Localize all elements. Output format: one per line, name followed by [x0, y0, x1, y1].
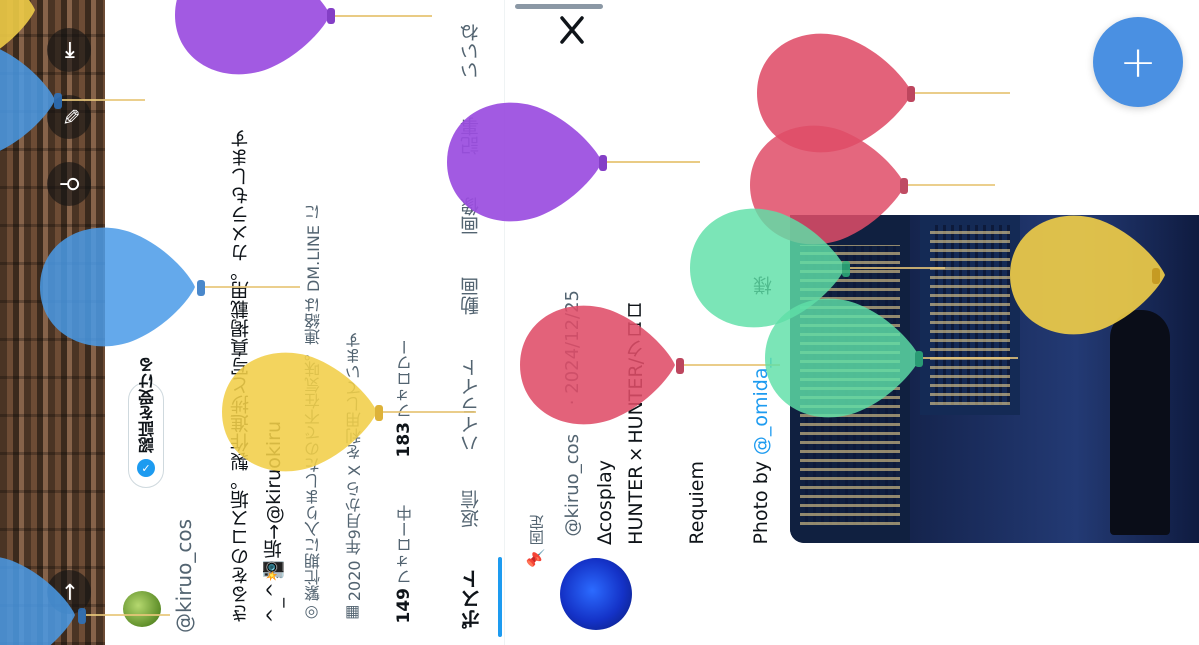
- bio-line-2: ^_^📸垢→@kiruokiru: [263, 420, 285, 623]
- active-tab-indicator: [498, 557, 502, 637]
- tab-highlights[interactable]: ハイライト: [457, 358, 484, 453]
- post-author-avatar[interactable]: [560, 558, 632, 630]
- tabs-divider: [504, 0, 505, 645]
- app-screen: ⇥ ✎ ⚲ ← ✓ 認証を受ける @kiruo_cos きるをのコス垢。製作進捗…: [0, 0, 1199, 645]
- arrow-back-icon: ←: [57, 582, 82, 602]
- photo-credit-suffix: 様: [753, 276, 775, 295]
- tab-posts[interactable]: ポスト: [457, 569, 486, 629]
- balloon-red-1: [520, 305, 780, 425]
- followers-label[interactable]: フォロワー: [394, 339, 418, 419]
- joined-text: 2020 年9月から X を利用しています: [345, 331, 364, 601]
- verified-badge-icon: ✓: [137, 459, 155, 477]
- tab-images[interactable]: 画像: [457, 197, 484, 235]
- followers-count[interactable]: 183: [394, 422, 414, 458]
- post-line-1: ∆cosplay: [594, 460, 616, 545]
- tab-videos[interactable]: 動画: [457, 277, 484, 315]
- compose-button[interactable]: +: [1093, 17, 1183, 107]
- tab-articles[interactable]: 記事: [457, 117, 484, 155]
- status-text: 繁忙期に入りましたので不在気味。連絡は DM.LINE に: [304, 203, 323, 601]
- verify-button[interactable]: ✓ 認証を受ける: [128, 357, 164, 488]
- search-button[interactable]: ⚲: [47, 162, 91, 206]
- post-date[interactable]: · 2024/12/25: [562, 290, 583, 405]
- verify-label: 認証を受ける: [138, 357, 157, 453]
- profile-handle: @kiruo_cos: [172, 519, 196, 633]
- drag-handle[interactable]: [515, 4, 603, 9]
- photo-by-label: Photo by: [750, 461, 772, 545]
- balloon-purple-2: [447, 102, 700, 222]
- profile-avatar[interactable]: [123, 591, 161, 627]
- following-count[interactable]: 149: [394, 588, 414, 624]
- post-photo[interactable]: [790, 215, 1199, 543]
- pin-icon: 📌: [526, 548, 545, 568]
- location-icon: ◎: [302, 604, 321, 623]
- search-icon: ⚲: [57, 175, 82, 193]
- logout-icon: ⇥: [57, 40, 82, 60]
- post-author-handle[interactable]: @kiruo_cos: [562, 434, 583, 537]
- tab-replies[interactable]: 返信: [457, 490, 484, 528]
- bio-line-1: きるをのコス垢。製作進捗と写真掲載用。カメラもします: [230, 129, 252, 623]
- person-silhouette: [1110, 310, 1170, 535]
- logout-button[interactable]: ⇥: [47, 28, 91, 72]
- post-line-2: HUNTER×HUNTER/クロロ: [625, 301, 647, 545]
- plus-icon: +: [1119, 36, 1157, 88]
- tab-likes[interactable]: いいね: [457, 23, 484, 80]
- balloon-purple-1: [175, 0, 432, 75]
- x-logo-icon: [556, 14, 588, 46]
- following-label[interactable]: フォロー中: [394, 505, 418, 585]
- balloon-red-2: [757, 33, 1010, 153]
- photo-credit-link[interactable]: @_omida_: [750, 358, 772, 455]
- calendar-icon: ▦: [343, 604, 362, 623]
- pencil-icon: ✎: [57, 107, 82, 127]
- pinned-label: 固定: [528, 515, 546, 545]
- profile-banner: [0, 0, 105, 645]
- edit-button[interactable]: ✎: [47, 95, 91, 139]
- back-button[interactable]: ←: [47, 570, 91, 614]
- post-line-3: Requiem: [686, 461, 708, 545]
